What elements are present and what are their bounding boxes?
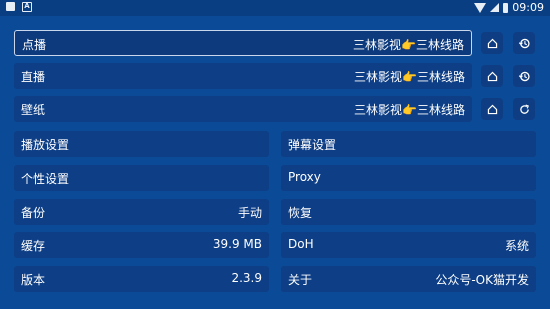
- battery-icon: [503, 2, 509, 13]
- version-row[interactable]: 版本 2.3.9: [14, 266, 269, 292]
- live-home-button[interactable]: [481, 65, 503, 87]
- version-value: 2.3.9: [231, 271, 262, 285]
- live-label: 直播: [21, 70, 46, 84]
- wallpaper-site-row[interactable]: 壁纸 三林影视👉三林线路: [14, 96, 472, 122]
- history-icon: [518, 71, 530, 81]
- proxy-label: Proxy: [288, 170, 321, 184]
- danmaku-settings-label: 弹幕设置: [288, 138, 337, 152]
- home-icon: [487, 104, 497, 114]
- play-settings-row[interactable]: 播放设置: [14, 131, 269, 157]
- cache-row[interactable]: 缓存 39.9 MB: [14, 232, 269, 258]
- restore-label: 恢复: [288, 206, 313, 220]
- wallpaper-label: 壁纸: [21, 103, 46, 117]
- about-row[interactable]: 关于 公众号-OK猫开发: [281, 266, 536, 292]
- backup-value: 手动: [237, 206, 262, 220]
- live-value: 三林影视👉三林线路: [354, 70, 465, 84]
- personal-settings-label: 个性设置: [21, 172, 70, 186]
- wallpaper-home-button[interactable]: [481, 98, 503, 120]
- vod-home-button[interactable]: [481, 32, 503, 54]
- app-notification-icon: A: [22, 2, 32, 12]
- doh-label: DoH: [288, 237, 314, 251]
- cache-label: 缓存: [21, 239, 46, 253]
- vod-label: 点播: [22, 38, 47, 52]
- live-history-button[interactable]: [513, 65, 535, 87]
- vod-site-row[interactable]: 点播 三林影视👉三林线路: [14, 30, 472, 56]
- refresh-icon: [519, 103, 529, 114]
- doh-row[interactable]: DoH 系统: [281, 232, 536, 258]
- history-icon: [518, 38, 530, 48]
- status-bar: A 09:09: [0, 0, 550, 16]
- home-icon: [487, 38, 497, 48]
- about-label: 关于: [288, 273, 313, 287]
- proxy-row[interactable]: Proxy: [281, 165, 536, 191]
- vod-history-button[interactable]: [513, 32, 535, 54]
- wifi-icon: [474, 2, 487, 13]
- version-label: 版本: [21, 273, 46, 287]
- restore-row[interactable]: 恢复: [281, 199, 536, 225]
- backup-label: 备份: [21, 206, 46, 220]
- signal-icon: [490, 3, 500, 12]
- wallpaper-refresh-button[interactable]: [513, 98, 535, 120]
- vod-value: 三林影视👉三林线路: [353, 38, 464, 52]
- doh-value: 系统: [504, 239, 529, 253]
- notification-icon: [6, 2, 15, 11]
- personal-settings-row[interactable]: 个性设置: [14, 165, 269, 191]
- play-settings-label: 播放设置: [21, 138, 70, 152]
- live-site-row[interactable]: 直播 三林影视👉三林线路: [14, 63, 472, 89]
- status-time: 09:09: [512, 1, 544, 14]
- cache-value: 39.9 MB: [212, 237, 262, 251]
- wallpaper-value: 三林影视👉三林线路: [354, 103, 465, 117]
- backup-row[interactable]: 备份 手动: [14, 199, 269, 225]
- home-icon: [487, 71, 497, 81]
- danmaku-settings-row[interactable]: 弹幕设置: [281, 131, 536, 157]
- about-value: 公众号-OK猫开发: [435, 273, 529, 287]
